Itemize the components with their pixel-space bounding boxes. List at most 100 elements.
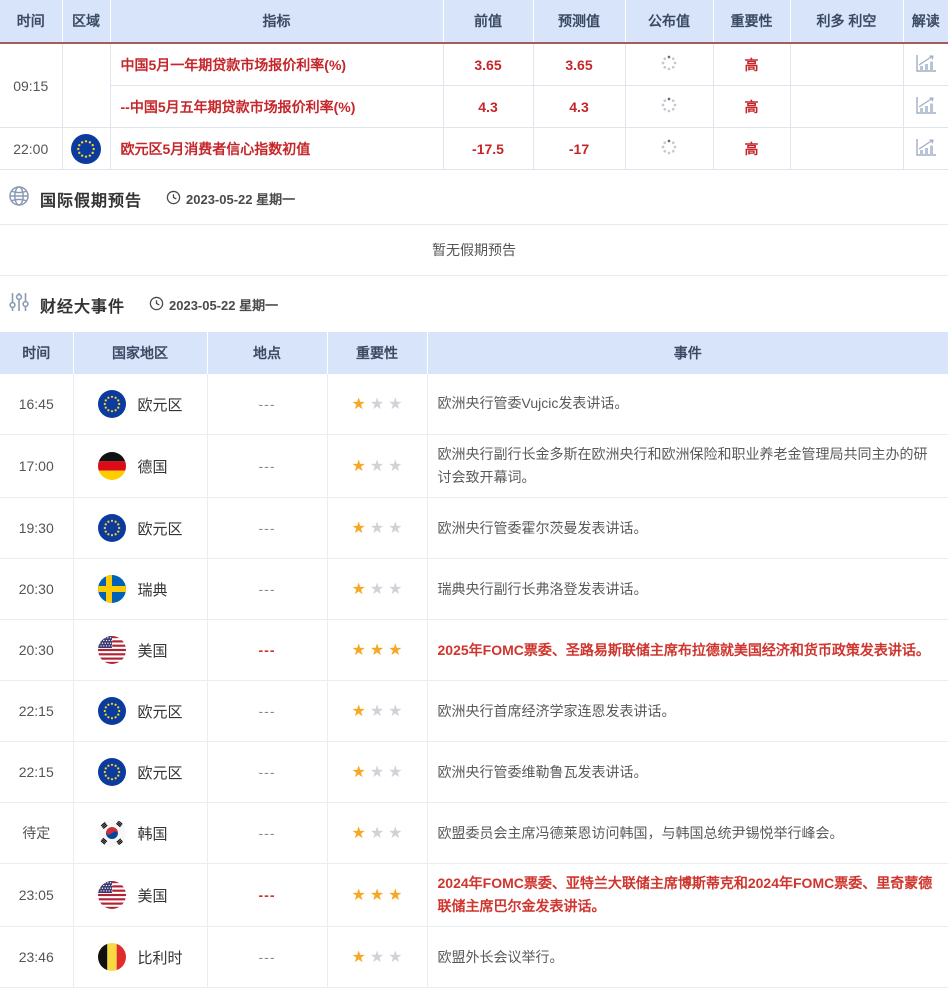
importance-stars: ★★★ [327, 864, 427, 927]
event-row: 待定 韩国 ---★★★欧盟委员会主席冯德莱恩访问韩国，与韩国总统尹锡悦举行峰会… [0, 803, 948, 864]
event-row: 17:00 德国 ---★★★欧洲央行副行长金多斯在欧洲央行和欧洲保险和职业养老… [0, 435, 948, 498]
event-country: 瑞典 [73, 559, 207, 620]
indicator-table-header: 时间 区域 指标 前值 预测值 公布值 重要性 利多 利空 解读 [0, 0, 948, 43]
region-empty [62, 43, 110, 128]
interpret-chart-button[interactable] [903, 86, 948, 128]
event-country: 比利时 [73, 927, 207, 988]
event-row: 23:46 比利时 ---★★★欧盟外长会议举行。 [0, 927, 948, 988]
holiday-empty-message: 暂无假期预告 [0, 224, 948, 276]
published-value-loading-spinner [625, 128, 713, 170]
bias-cell-empty [790, 128, 903, 170]
indicator-forecast-value: 4.3 [533, 86, 625, 128]
country-name: 欧元区 [138, 701, 183, 722]
importance-stars: ★★★ [327, 374, 427, 435]
flag-eurozone-icon [98, 514, 126, 542]
indicator-previous-value: 4.3 [443, 86, 533, 128]
event-time: 23:05 [0, 864, 73, 927]
star-icon: ★ [351, 765, 365, 781]
indicator-name-link[interactable]: 中国5月一年期贷款市场报价利率(%) [110, 43, 443, 86]
flag-eurozone-icon [98, 697, 126, 725]
star-icon: ★ [370, 521, 384, 537]
bias-cell-empty [790, 86, 903, 128]
star-icon: ★ [351, 582, 365, 598]
event-row: 23:05 美国 ---★★★2024年FOMC票委、亚特兰大联储主席博斯蒂克和… [0, 864, 948, 927]
event-location: --- [207, 620, 327, 681]
event-row: 20:30 美国 ---★★★2025年FOMC票委、圣路易斯联储主席布拉德就美… [0, 620, 948, 681]
chart-icon[interactable] [914, 95, 938, 116]
event-country: 美国 [73, 620, 207, 681]
col-bias: 利多 利空 [790, 0, 903, 43]
interpret-chart-button[interactable] [903, 43, 948, 86]
event-description[interactable]: 欧洲央行管委霍尔茨曼发表讲话。 [427, 498, 948, 559]
indicator-previous-value: 3.65 [443, 43, 533, 86]
region-flag-eurozone [62, 128, 110, 170]
importance-stars: ★★★ [327, 742, 427, 803]
importance-stars: ★★★ [327, 927, 427, 988]
event-time: 待定 [0, 803, 73, 864]
chart-icon[interactable] [914, 137, 938, 158]
event-description[interactable]: 欧盟外长会议举行。 [427, 927, 948, 988]
flag-eurozone-icon [98, 758, 126, 786]
event-description[interactable]: 2024年FOMC票委、亚特兰大联储主席博斯蒂克和2024年FOMC票委、里奇蒙… [427, 864, 948, 927]
event-country: 欧元区 [73, 681, 207, 742]
event-location: --- [207, 803, 327, 864]
col-importance: 重要性 [713, 0, 790, 43]
event-description[interactable]: 欧洲央行管委Vujcic发表讲话。 [427, 374, 948, 435]
indicator-name-link[interactable]: 欧元区5月消费者信心指数初值 [110, 128, 443, 170]
event-description[interactable]: 瑞典央行副行长弗洛登发表讲话。 [427, 559, 948, 620]
bias-cell-empty [790, 43, 903, 86]
event-country: 欧元区 [73, 742, 207, 803]
event-country: 韩国 [73, 803, 207, 864]
indicator-row: --中国5月五年期贷款市场报价利率(%)4.34.3高 [0, 86, 948, 128]
events-section-date: 2023-05-22 星期一 [149, 295, 278, 314]
col-time: 时间 [0, 0, 62, 43]
col-indicator: 指标 [110, 0, 443, 43]
star-icon: ★ [370, 704, 384, 720]
col-previous: 前值 [443, 0, 533, 43]
flag-usa-icon [98, 636, 126, 664]
indicator-name-link[interactable]: --中国5月五年期贷款市场报价利率(%) [110, 86, 443, 128]
event-description[interactable]: 2025年FOMC票委、圣路易斯联储主席布拉德就美国经济和货币政策发表讲话。 [427, 620, 948, 681]
country-name: 欧元区 [138, 762, 183, 783]
col-event: 事件 [427, 332, 948, 374]
event-location: --- [207, 681, 327, 742]
events-section-title: 财经大事件 [40, 293, 125, 317]
indicator-time: 09:15 [0, 43, 62, 128]
event-row: 22:15 欧元区 ---★★★欧洲央行首席经济学家连恩发表讲话。 [0, 681, 948, 742]
interpret-chart-button[interactable] [903, 128, 948, 170]
holiday-section-date: 2023-05-22 星期一 [166, 189, 295, 208]
event-country: 美国 [73, 864, 207, 927]
col-interpret: 解读 [903, 0, 948, 43]
indicator-row: 22:00欧元区5月消费者信心指数初值-17.5-17高 [0, 128, 948, 170]
event-description[interactable]: 欧洲央行副行长金多斯在欧洲央行和欧洲保险和职业养老金管理局共同主办的研讨会致开幕… [427, 435, 948, 498]
event-location: --- [207, 559, 327, 620]
star-icon: ★ [370, 459, 384, 475]
country-name: 美国 [138, 885, 168, 906]
event-description[interactable]: 欧盟委员会主席冯德莱恩访问韩国，与韩国总统尹锡悦举行峰会。 [427, 803, 948, 864]
indicator-forecast-value: 3.65 [533, 43, 625, 86]
star-icon: ★ [388, 704, 402, 720]
flag-eurozone-icon [71, 134, 101, 164]
indicator-table: 时间 区域 指标 前值 预测值 公布值 重要性 利多 利空 解读 09:15 中国… [0, 0, 948, 170]
event-row: 19:30 欧元区 ---★★★欧洲央行管委霍尔茨曼发表讲话。 [0, 498, 948, 559]
flag-belgium-icon [98, 943, 126, 971]
event-country: 欧元区 [73, 498, 207, 559]
chart-icon[interactable] [914, 53, 938, 74]
star-icon: ★ [351, 888, 365, 904]
event-location: --- [207, 498, 327, 559]
event-description[interactable]: 欧洲央行管委维勒鲁瓦发表讲话。 [427, 742, 948, 803]
event-location: --- [207, 927, 327, 988]
star-icon: ★ [351, 950, 365, 966]
clock-icon [166, 190, 181, 208]
event-time: 19:30 [0, 498, 73, 559]
event-time: 23:46 [0, 927, 73, 988]
flag-korea-icon [98, 819, 126, 847]
clock-icon [149, 296, 164, 314]
event-country: 德国 [73, 435, 207, 498]
importance-stars: ★★★ [327, 435, 427, 498]
indicator-time: 22:00 [0, 128, 62, 170]
event-row: 22:15 欧元区 ---★★★欧洲央行管委维勒鲁瓦发表讲话。 [0, 742, 948, 803]
published-value-loading-spinner [625, 86, 713, 128]
star-icon: ★ [388, 765, 402, 781]
event-description[interactable]: 欧洲央行首席经济学家连恩发表讲话。 [427, 681, 948, 742]
